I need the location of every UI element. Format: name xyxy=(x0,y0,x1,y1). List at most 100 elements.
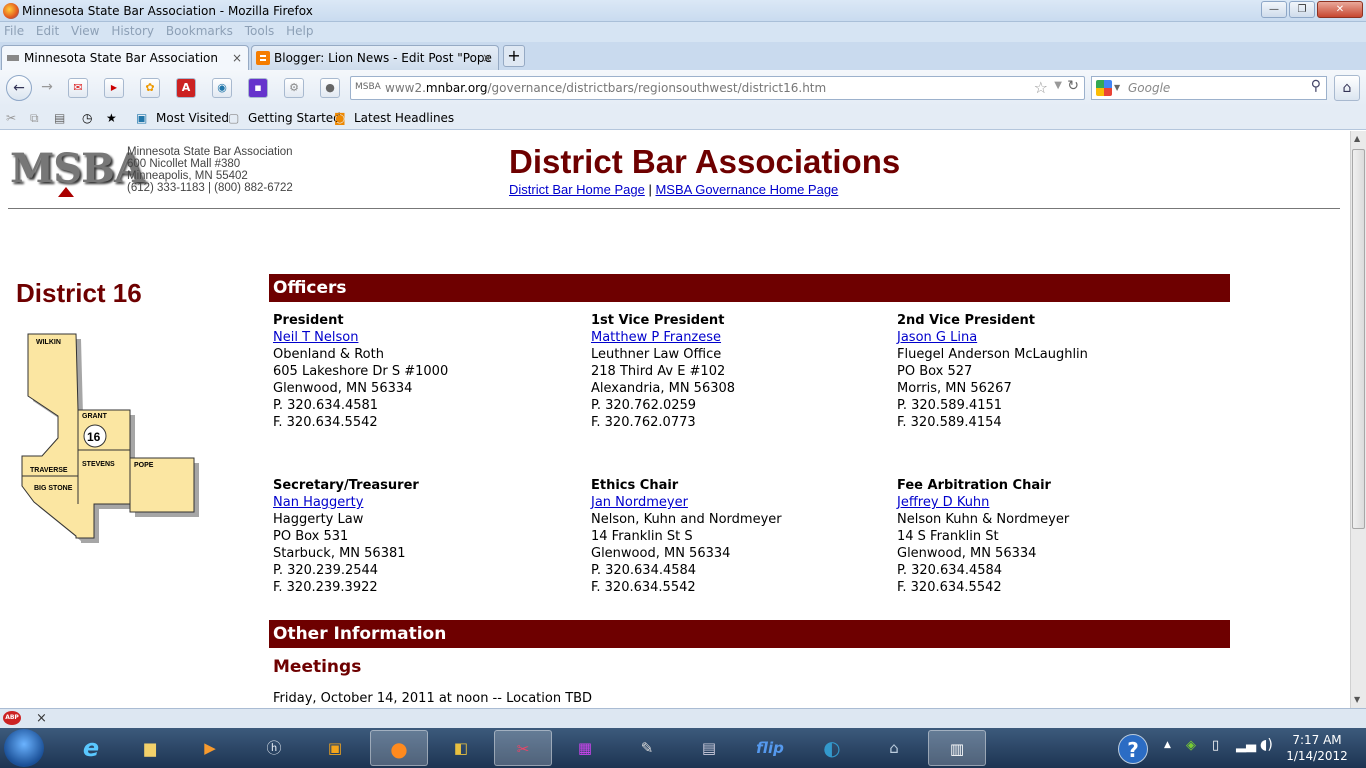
back-button[interactable]: ← xyxy=(6,75,32,101)
battery-icon[interactable]: ▯ xyxy=(1212,738,1219,753)
youtube-icon[interactable]: ▶ xyxy=(104,78,124,98)
photo-app-icon[interactable]: ▣ xyxy=(306,730,364,766)
menu-help[interactable]: Help xyxy=(282,22,317,40)
bookmarks-star-icon[interactable]: ★ xyxy=(106,111,117,125)
paste-icon[interactable]: ▤ xyxy=(54,111,65,125)
reload-icon[interactable]: ↻ xyxy=(1067,78,1079,94)
maximize-button[interactable]: ❐ xyxy=(1289,1,1315,18)
tab-close-icon[interactable]: × xyxy=(482,51,492,65)
internet-explorer-icon[interactable]: e xyxy=(62,730,120,766)
officer-line: P. 320.239.2544 xyxy=(273,563,379,578)
msba-logo[interactable]: MSBA xyxy=(10,145,145,192)
snipping-tool-icon[interactable]: ✂ xyxy=(494,730,552,766)
url-dropdown-icon[interactable]: ▼ xyxy=(1054,80,1062,91)
url-bar[interactable]: MSBA www2.mnbar.org/governance/districtb… xyxy=(350,76,1085,100)
district-bar-home-link[interactable]: District Bar Home Page xyxy=(509,182,645,197)
officer-line: Nelson, Kuhn and Nordmeyer xyxy=(591,512,782,527)
window-title: Minnesota State Bar Association - Mozill… xyxy=(22,4,313,18)
scroll-down-icon[interactable]: ▼ xyxy=(1354,695,1360,704)
org-street: 600 Nicollet Mall #380 xyxy=(127,158,241,170)
meetings-heading: Meetings xyxy=(273,657,362,677)
officer-name-link[interactable]: Jason G Lina xyxy=(897,329,1088,346)
officer-line: Leuthner Law Office xyxy=(591,347,722,362)
menu-bookmarks[interactable]: Bookmarks xyxy=(162,22,237,40)
notebook-icon[interactable]: ▪ xyxy=(248,78,268,98)
network-icon[interactable]: ▂▄ xyxy=(1236,738,1256,753)
start-button[interactable] xyxy=(4,729,44,767)
cut-icon[interactable]: ✂ xyxy=(6,111,16,125)
home-button[interactable]: ⌂ xyxy=(1334,75,1360,101)
scanner-icon[interactable]: ⌂ xyxy=(865,730,923,766)
menu-view[interactable]: View xyxy=(67,22,103,40)
officer-line: P. 320.634.4584 xyxy=(897,563,1003,578)
bookmark-getting-started[interactable]: Getting Started xyxy=(248,111,341,125)
officer-2nd-vice-president: 2nd Vice President Jason G Lina Fluegel … xyxy=(897,312,1088,431)
clock-time: 7:17 AM xyxy=(1292,733,1342,747)
officer-name-link[interactable]: Neil T Nelson xyxy=(273,329,448,346)
show-hidden-icons[interactable]: ▲ xyxy=(1164,740,1171,750)
scroll-up-icon[interactable]: ▲ xyxy=(1354,134,1360,143)
explorer-folder-icon[interactable]: ▆ xyxy=(121,730,179,766)
photos-icon[interactable]: ✿ xyxy=(140,78,160,98)
search-engine-dropdown-icon[interactable]: ▼ xyxy=(1114,83,1120,92)
county-label-big-stone: BIG STONE xyxy=(34,485,73,492)
officer-name-link[interactable]: Jeffrey D Kuhn xyxy=(897,494,1069,511)
officer-name-link[interactable]: Matthew P Franzese xyxy=(591,329,735,346)
msba-governance-link[interactable]: MSBA Governance Home Page xyxy=(655,182,838,197)
copy-icon[interactable]: ⧉ xyxy=(30,111,39,126)
officer-secretary-treasurer: Secretary/Treasurer Nan Haggerty Haggert… xyxy=(273,477,419,596)
menu-edit[interactable]: Edit xyxy=(32,22,63,40)
hp-icon[interactable]: ⓗ xyxy=(245,730,303,766)
tab-close-icon[interactable]: × xyxy=(232,51,242,65)
tab-bar: Minnesota State Bar Association × Blogge… xyxy=(0,42,1366,79)
new-tab-button[interactable]: + xyxy=(503,45,525,67)
officer-fee-arbitration-chair: Fee Arbitration Chair Jeffrey D Kuhn Nel… xyxy=(897,477,1069,596)
close-addon-bar-icon[interactable]: × xyxy=(36,711,47,726)
forward-button[interactable]: → xyxy=(34,75,60,101)
movie-maker-icon[interactable]: ◧ xyxy=(432,730,490,766)
menu-history[interactable]: History xyxy=(107,22,158,40)
officer-line: 14 Franklin St S xyxy=(591,529,693,544)
close-window-button[interactable]: ✕ xyxy=(1317,1,1363,18)
media-player-icon[interactable]: ▶ xyxy=(181,730,239,766)
bookmark-star-icon[interactable]: ☆ xyxy=(1034,78,1048,97)
bookmark-latest-headlines[interactable]: Latest Headlines xyxy=(354,111,454,125)
officer-line: P. 320.589.4151 xyxy=(897,398,1003,413)
search-bar[interactable]: ▼ Google ⚲ xyxy=(1091,76,1327,100)
calculator-icon[interactable]: ▤ xyxy=(680,730,738,766)
addons-icon[interactable]: ● xyxy=(320,78,340,98)
tab-blogger[interactable]: Blogger: Lion News - Edit Post "Pope ...… xyxy=(251,45,499,79)
menu-tools[interactable]: Tools xyxy=(241,22,279,40)
adblock-icon[interactable]: ABP xyxy=(3,711,21,725)
officer-name-link[interactable]: Jan Nordmeyer xyxy=(591,494,782,511)
scroll-thumb[interactable] xyxy=(1352,149,1365,529)
vertical-scrollbar[interactable]: ▲ ▼ xyxy=(1350,131,1366,708)
taskbar-clock[interactable]: 7:17 AM 1/14/2012 xyxy=(1282,732,1352,764)
url-path: /governance/districtbars/regionsouthwest… xyxy=(487,81,827,95)
gmail-icon[interactable]: ✉ xyxy=(68,78,88,98)
help-icon[interactable]: ? xyxy=(1118,734,1148,764)
history-clock-icon[interactable]: ◷ xyxy=(82,111,92,125)
officer-line: F. 320.239.3922 xyxy=(273,580,378,595)
winrar-icon[interactable]: ▦ xyxy=(556,730,614,766)
menu-file[interactable]: File xyxy=(0,22,28,40)
gear-icon[interactable]: ⚙ xyxy=(284,78,304,98)
tab-msba[interactable]: Minnesota State Bar Association × xyxy=(1,45,249,70)
search-icon[interactable]: ⚲ xyxy=(1311,78,1321,94)
most-visited-icon: ▣ xyxy=(136,111,148,125)
flip-icon[interactable]: flip xyxy=(741,730,799,766)
firefox-taskbar-icon[interactable]: ● xyxy=(370,730,428,766)
pdf-viewer-icon[interactable]: ▥ xyxy=(928,730,986,766)
minimize-button[interactable]: — xyxy=(1261,1,1287,18)
volume-icon[interactable]: ◖) xyxy=(1260,737,1273,753)
camera-icon[interactable]: ◉ xyxy=(212,78,232,98)
officer-line: P. 320.634.4584 xyxy=(591,563,697,578)
bookmark-most-visited[interactable]: Most Visited xyxy=(156,111,229,125)
acrobat-icon[interactable]: A xyxy=(176,78,196,98)
sync-icon[interactable]: ◐ xyxy=(803,730,861,766)
org-city: Minneapolis, MN 55402 xyxy=(127,170,248,182)
security-tray-icon[interactable]: ◈ xyxy=(1186,738,1196,753)
site-identity-icon[interactable]: MSBA xyxy=(355,82,381,92)
paint-icon[interactable]: ✎ xyxy=(618,730,676,766)
officer-name-link[interactable]: Nan Haggerty xyxy=(273,494,419,511)
